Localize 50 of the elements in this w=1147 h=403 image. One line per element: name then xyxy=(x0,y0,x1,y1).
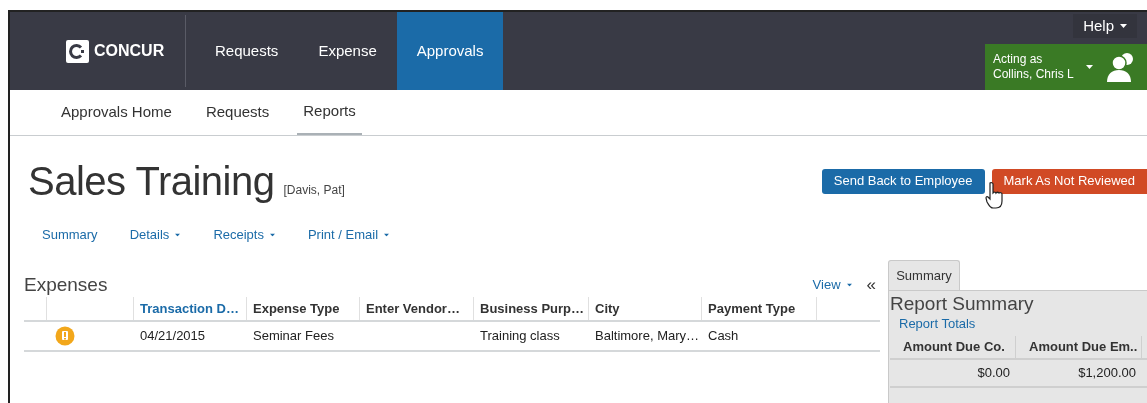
table-cell: 04/21/2015 xyxy=(140,328,206,343)
caret-icon xyxy=(269,233,276,237)
nav-tab[interactable]: Expense xyxy=(298,12,397,90)
table-cell-text: $1,200.00 xyxy=(1078,364,1136,383)
report-totals-link[interactable]: Report Totals xyxy=(899,316,1147,332)
report-menu-link[interactable]: Details xyxy=(129,225,182,245)
sub-nav-tab[interactable]: Requests xyxy=(199,90,276,135)
column-header[interactable]: Expense Type xyxy=(247,297,360,320)
users-icon xyxy=(1106,50,1133,84)
send-back-button[interactable]: Send Back to Employee xyxy=(821,168,985,194)
caret-icon xyxy=(1085,65,1093,69)
report-summary-heading: Report Summary xyxy=(890,292,1035,316)
hand-cursor-icon xyxy=(984,180,1005,209)
acting-as-menu[interactable]: Acting as Collins, Chris L xyxy=(985,44,1147,90)
caret-icon xyxy=(175,233,181,237)
report-menu-link[interactable]: Summary xyxy=(42,225,98,245)
table-cell: Baltimore, Mary… xyxy=(595,328,700,343)
acting-as-label: Acting as xyxy=(993,52,1044,67)
collapse-button[interactable]: « xyxy=(866,272,876,298)
help-menu[interactable]: Help xyxy=(1073,14,1137,38)
nav-tab[interactable]: Requests xyxy=(195,12,299,90)
table-cell-text: $0.00 xyxy=(977,364,1010,383)
column-header: Amount Due Em.. xyxy=(1016,336,1142,358)
column-header[interactable]: Transaction D… xyxy=(134,297,247,320)
report-menu-link[interactable]: Print / Email xyxy=(307,225,391,245)
report-title: Sales Training xyxy=(28,158,275,205)
report-menu-link[interactable]: Receipts xyxy=(213,225,276,245)
logo-icon xyxy=(66,39,89,63)
employee-name: [Davis, Pat] xyxy=(283,182,345,199)
column-header[interactable]: City xyxy=(589,297,702,320)
expense-row[interactable]: 04/21/2015 Seminar Fees Training class Baltimore, Mary… Cash xyxy=(24,322,880,352)
view-menu[interactable]: View xyxy=(812,275,853,295)
acting-as-name: Collins, Chris L xyxy=(993,67,1074,82)
column-header[interactable]: Business Purp… xyxy=(474,297,589,320)
sub-nav-tab[interactable]: Approvals Home xyxy=(55,90,178,135)
caret-icon xyxy=(383,233,390,237)
logo-text: CONCUR xyxy=(94,41,165,61)
table-cell: Seminar Fees xyxy=(253,328,334,343)
expenses-heading: Expenses xyxy=(24,272,108,297)
caret-icon xyxy=(1120,24,1127,28)
table-cell: Training class xyxy=(480,328,560,343)
nav-tab[interactable]: Approvals xyxy=(396,12,504,90)
column-header[interactable]: Payment Type xyxy=(702,297,817,320)
sub-nav-tab[interactable]: Reports xyxy=(297,90,362,135)
column-header[interactable]: Enter Vendor… xyxy=(360,297,474,320)
summary-tab[interactable]: Summary xyxy=(888,260,960,290)
column-header: Amount Due Co. xyxy=(890,336,1016,358)
table-cell: Cash xyxy=(708,328,739,343)
mark-not-reviewed-button[interactable]: Mark As Not Reviewed xyxy=(991,168,1147,194)
caret-icon xyxy=(846,283,852,287)
